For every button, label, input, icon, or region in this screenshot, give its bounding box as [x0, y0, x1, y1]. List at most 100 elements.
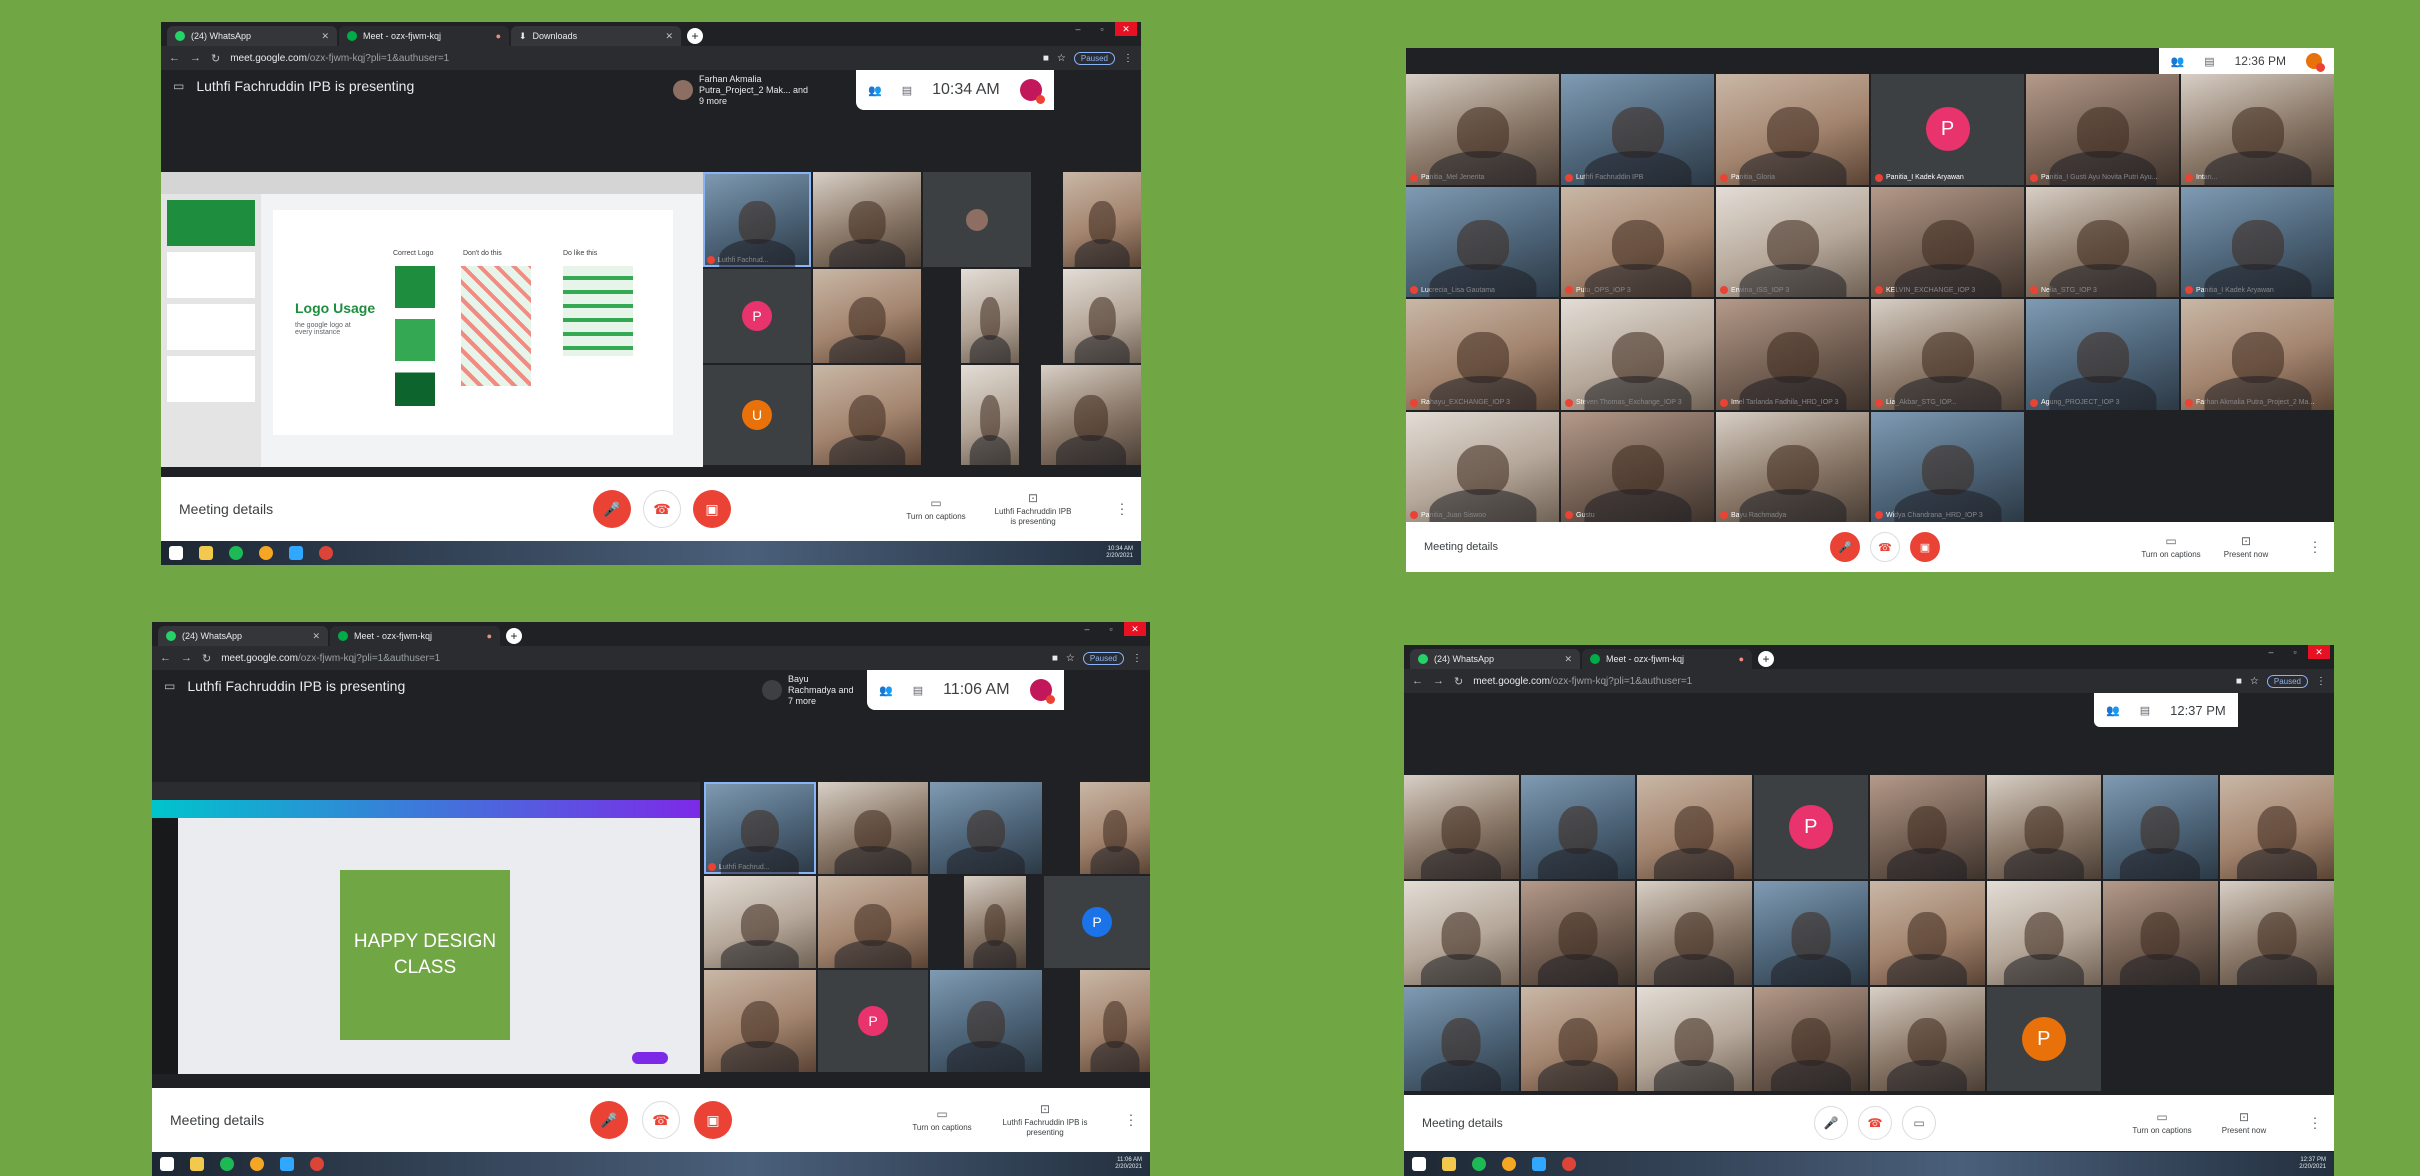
people-icon[interactable]: 👥	[2106, 704, 2120, 717]
participant-tile[interactable]: Imel Tarlanda Fadhila_HRD_IOP 3	[1716, 299, 1869, 410]
participant-tile[interactable]	[923, 172, 1031, 267]
folder-icon[interactable]	[199, 546, 213, 560]
participant-tile[interactable]	[813, 269, 921, 363]
camera-icon[interactable]: ■	[1043, 53, 1049, 64]
more-options-icon[interactable]: ⋮	[1115, 501, 1129, 518]
app-icon[interactable]	[1502, 1157, 1516, 1171]
participant-tile[interactable]: Erwina_ISS_IOP 3	[1716, 186, 1869, 297]
close-icon[interactable]: ✕	[321, 31, 329, 42]
chat-icon[interactable]: ▤	[902, 84, 912, 97]
help-button[interactable]	[632, 1052, 668, 1064]
participant-tile[interactable]	[961, 269, 1019, 363]
camera-off-icon[interactable]: ▣	[693, 490, 731, 528]
participant-tile[interactable]	[1520, 881, 1635, 985]
participant-tile[interactable]	[2219, 881, 2334, 985]
participant-tile[interactable]	[1063, 269, 1141, 363]
participant-tile[interactable]	[1637, 881, 1752, 985]
new-tab-button[interactable]: +	[687, 28, 703, 44]
present-now-button[interactable]: ⊡ Present now	[2214, 1110, 2274, 1136]
close-icon[interactable]: ✕	[312, 631, 320, 642]
back-icon[interactable]: ←	[160, 652, 171, 664]
participant-tile[interactable]	[1637, 987, 1752, 1091]
app-icon[interactable]	[250, 1157, 264, 1171]
camera-off-icon[interactable]: ▣	[694, 1101, 732, 1139]
more-options-icon[interactable]: ⋮	[2308, 1115, 2322, 1132]
participant-tile[interactable]: Nelia_STG_IOP 3	[2026, 186, 2179, 297]
camera-icon[interactable]: ■	[1052, 653, 1058, 664]
star-icon[interactable]: ☆	[1066, 653, 1075, 664]
participant-tile[interactable]: Rahayu_EXCHANGE_IOP 3	[1406, 299, 1559, 410]
chrome-icon[interactable]	[319, 546, 333, 560]
participant-tile[interactable]: P	[703, 269, 811, 363]
menu-icon[interactable]: ⋮	[2316, 676, 2326, 687]
windows-icon[interactable]	[160, 1157, 174, 1171]
meeting-details-button[interactable]: Meeting details	[170, 1112, 264, 1128]
maximize-icon[interactable]: ▫	[1091, 22, 1113, 36]
folder-icon[interactable]	[1442, 1157, 1456, 1171]
participant-tile[interactable]	[704, 970, 816, 1072]
close-icon[interactable]: ●	[1739, 654, 1744, 664]
reload-icon[interactable]: ↻	[1454, 675, 1463, 688]
participant-tile[interactable]	[1080, 782, 1150, 874]
tab-whatsapp[interactable]: (24) WhatsApp ✕	[167, 26, 337, 46]
participant-tile[interactable]: P	[1044, 876, 1150, 968]
back-icon[interactable]: ←	[1412, 675, 1423, 687]
close-icon[interactable]: ✕	[665, 31, 673, 42]
app-icon[interactable]	[259, 546, 273, 560]
participant-tile[interactable]: P	[1986, 987, 2101, 1091]
participant-tile[interactable]	[961, 365, 1019, 465]
participant-tile[interactable]: P	[818, 970, 928, 1072]
minimize-icon[interactable]: –	[1076, 622, 1098, 636]
participant-tile[interactable]	[1870, 987, 1985, 1091]
people-icon[interactable]: 👥	[879, 684, 893, 697]
participant-tile[interactable]	[1870, 775, 1985, 879]
photoshop-icon[interactable]	[1532, 1157, 1546, 1171]
participant-tile[interactable]: Intan...	[2181, 74, 2334, 185]
close-icon[interactable]: ●	[487, 631, 492, 641]
participant-tile[interactable]	[2219, 775, 2334, 879]
new-tab-button[interactable]: +	[1758, 651, 1774, 667]
reload-icon[interactable]: ↻	[211, 52, 220, 65]
participant-tile[interactable]	[1870, 881, 1985, 985]
avatar[interactable]	[2306, 53, 2325, 72]
spotify-icon[interactable]	[220, 1157, 234, 1171]
participant-tile[interactable]	[1041, 365, 1141, 465]
photoshop-icon[interactable]	[289, 546, 303, 560]
folder-icon[interactable]	[190, 1157, 204, 1171]
back-icon[interactable]: ←	[169, 52, 180, 64]
close-window-icon[interactable]: ✕	[1115, 22, 1137, 36]
minimize-icon[interactable]: –	[2260, 645, 2282, 659]
menu-icon[interactable]: ⋮	[1132, 653, 1142, 664]
spotify-icon[interactable]	[229, 546, 243, 560]
participant-tile[interactable]: Panitia_Juan Siswoo	[1406, 411, 1559, 522]
tab-whatsapp[interactable]: (24) WhatsApp ✕	[1410, 649, 1580, 669]
close-icon[interactable]: ✕	[1564, 654, 1572, 665]
people-icon[interactable]: 👥	[2171, 55, 2185, 68]
paused-badge[interactable]: Paused	[1073, 51, 1115, 65]
participant-tile[interactable]	[813, 172, 921, 267]
participant-tile[interactable]: Luthfi Fachruddin IPB	[1561, 74, 1714, 185]
participant-tile[interactable]	[813, 365, 921, 465]
participant-tile[interactable]: Widya Chandrana_HRD_IOP 3	[1871, 411, 2024, 522]
close-window-icon[interactable]: ✕	[1124, 622, 1146, 636]
new-tab-button[interactable]: +	[506, 628, 522, 644]
chrome-icon[interactable]	[1562, 1157, 1576, 1171]
url-field[interactable]: meet.google.com/ozx-fjwm-kqj?pli=1&authu…	[230, 53, 449, 64]
maximize-icon[interactable]: ▫	[2284, 645, 2306, 659]
participant-tile[interactable]	[1404, 775, 1519, 879]
meeting-details-button[interactable]: Meeting details	[1424, 541, 1498, 553]
participant-tile[interactable]	[1063, 172, 1141, 267]
participant-tile[interactable]	[964, 876, 1026, 968]
chat-icon[interactable]: ▤	[2140, 704, 2150, 717]
tab-whatsapp[interactable]: (24) WhatsApp ✕	[158, 626, 328, 646]
participant-tile[interactable]: Panitia_Gloria	[1716, 74, 1869, 185]
participant-tile[interactable]: P	[1753, 775, 1868, 879]
participant-tile[interactable]: Luthfi Fachrud...	[703, 172, 811, 267]
participant-tile[interactable]	[704, 876, 816, 968]
hangup-icon[interactable]: ☎	[1870, 532, 1900, 562]
paused-badge[interactable]: Paused	[1082, 651, 1124, 665]
participant-tile[interactable]: Luthfi Fachrud...	[704, 782, 816, 874]
maximize-icon[interactable]: ▫	[1100, 622, 1122, 636]
reload-icon[interactable]: ↻	[202, 652, 211, 665]
minimize-icon[interactable]: –	[1067, 22, 1089, 36]
